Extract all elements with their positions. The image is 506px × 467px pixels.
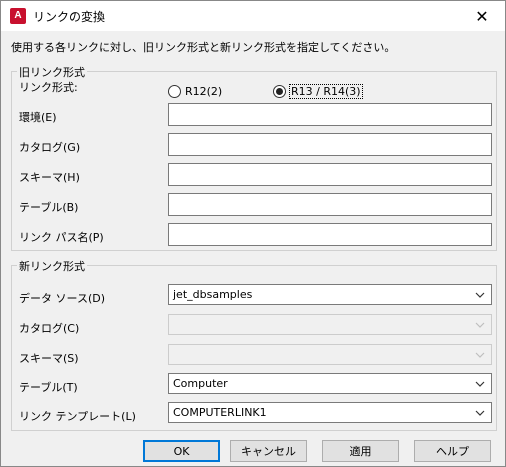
title-bar: A リンクの変換 ✕: [1, 1, 505, 31]
old-schema-label: スキーマ(H): [19, 171, 80, 184]
env-field[interactable]: [168, 103, 492, 126]
datasource-label: データ ソース(D): [19, 292, 105, 305]
link-format-label: リンク形式:: [19, 81, 78, 94]
new-table-combo[interactable]: Computer: [168, 373, 492, 394]
chevron-down-icon: [474, 374, 486, 393]
radio-selected-dot: [276, 88, 283, 95]
datasource-combo[interactable]: jet_dbsamples: [168, 284, 492, 305]
help-button[interactable]: ヘルプ: [414, 440, 491, 462]
chevron-down-icon: [474, 315, 486, 334]
new-table-value: Computer: [173, 377, 228, 390]
new-table-label: テーブル(T): [19, 381, 78, 394]
datasource-value: jet_dbsamples: [173, 288, 253, 301]
old-table-field[interactable]: [168, 193, 492, 216]
window-title: リンクの変換: [33, 10, 106, 24]
link-template-label: リンク テンプレート(L): [19, 410, 136, 423]
new-schema-label: スキーマ(S): [19, 352, 79, 365]
close-icon: ✕: [475, 6, 489, 26]
radio-r12-label: R12(2): [185, 85, 223, 98]
radio-r12[interactable]: R12(2): [168, 85, 222, 98]
ok-button[interactable]: OK: [143, 440, 220, 462]
link-template-combo[interactable]: COMPUTERLINK1: [168, 402, 492, 423]
new-link-format-legend: 新リンク形式: [17, 258, 87, 274]
chevron-down-icon: [474, 345, 486, 364]
radio-r13-r14-label: R13 / R14(3): [289, 84, 363, 99]
chevron-down-icon: [474, 285, 486, 304]
env-label: 環境(E): [19, 111, 57, 124]
dialog-window: A リンクの変換 ✕ 使用する各リンクに対し、旧リンク形式と新リンク形式を指定し…: [0, 0, 506, 467]
radio-r13-r14-circle: [273, 85, 286, 98]
apply-button[interactable]: 適用: [322, 440, 399, 462]
chevron-down-icon: [474, 403, 486, 422]
old-catalog-field[interactable]: [168, 133, 492, 156]
old-table-label: テーブル(B): [19, 201, 79, 214]
link-template-value: COMPUTERLINK1: [173, 406, 267, 419]
autocad-app-icon: A: [10, 8, 26, 24]
radio-r12-circle: [168, 85, 181, 98]
new-catalog-label: カタログ(C): [19, 322, 80, 335]
new-schema-combo: [168, 344, 492, 365]
old-catalog-label: カタログ(G): [19, 141, 81, 154]
link-path-label: リンク パス名(P): [19, 231, 104, 244]
instruction-text: 使用する各リンクに対し、旧リンク形式と新リンク形式を指定してください。: [11, 41, 396, 54]
radio-r13-r14[interactable]: R13 / R14(3): [273, 84, 363, 99]
link-path-field[interactable]: [168, 223, 492, 246]
old-schema-field[interactable]: [168, 163, 492, 186]
new-catalog-combo: [168, 314, 492, 335]
close-button[interactable]: ✕: [459, 1, 505, 31]
cancel-button[interactable]: キャンセル: [230, 440, 307, 462]
old-link-format-legend: 旧リンク形式: [17, 64, 87, 80]
